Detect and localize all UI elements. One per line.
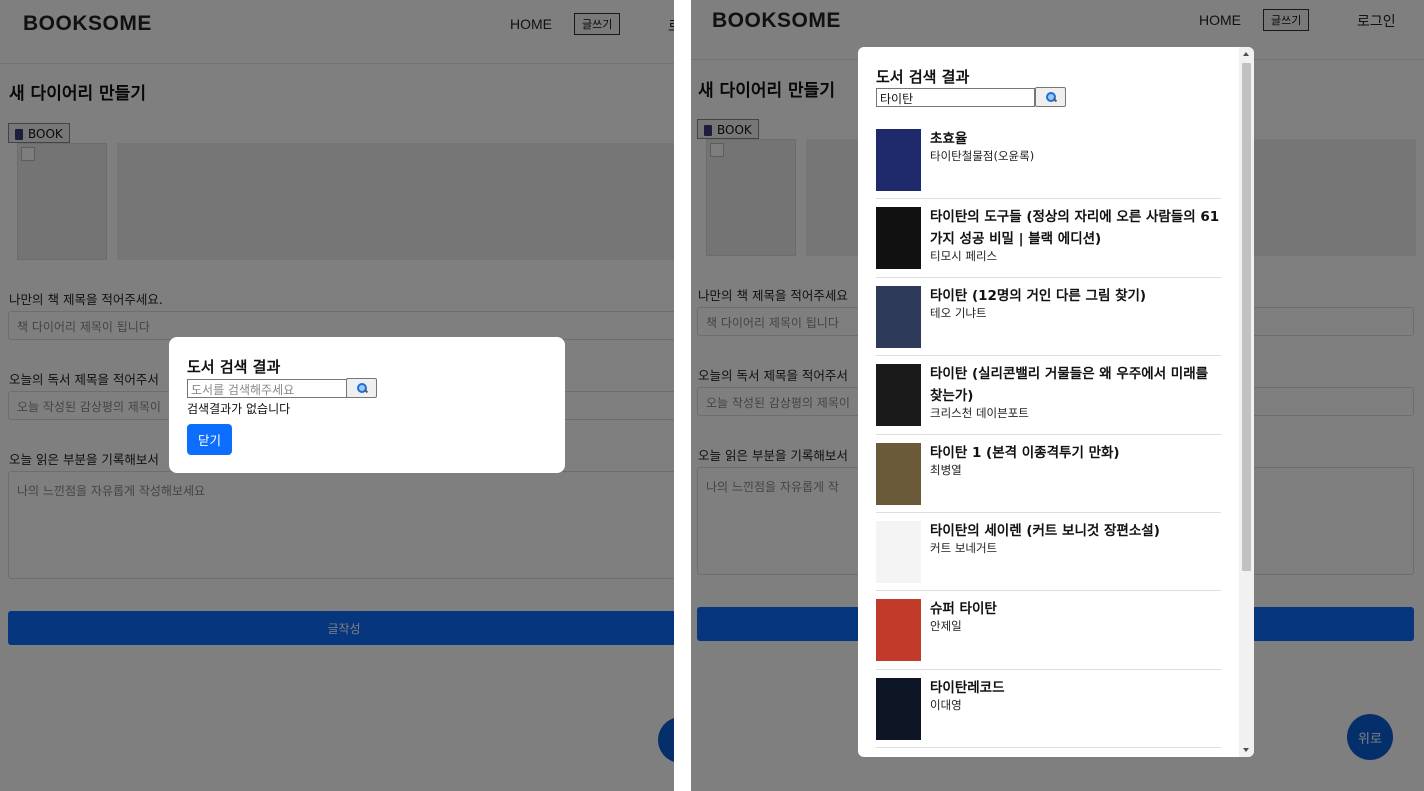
search-result-item[interactable]: 타이탄의 세이렌 (커트 보니것 장편소설) 커트 보네거트 bbox=[876, 513, 1221, 592]
book-cover-image[interactable] bbox=[876, 364, 921, 427]
book-author: 타이탄철물점(오윤록) bbox=[930, 149, 1035, 163]
screen-divider bbox=[674, 0, 691, 791]
book-cover-image[interactable] bbox=[876, 207, 921, 270]
close-button[interactable]: 닫기 bbox=[187, 424, 232, 455]
search-button[interactable] bbox=[1035, 87, 1066, 107]
book-author: 크리스천 데이븐포트 bbox=[930, 406, 1029, 421]
book-search-input[interactable]: 도서를 검색해주세요 bbox=[187, 379, 347, 398]
search-result-item[interactable]: 타이탄 1 (본격 이종격투기 만화) 최병열 bbox=[876, 435, 1221, 513]
book-title[interactable]: 타이탄레코드 bbox=[930, 677, 1221, 699]
book-author: 테오 기냐트 bbox=[930, 305, 987, 320]
search-result-modal: 도서 검색 결과 타이탄 초효율 타이탄철물점(오윤록) 타이탄의 도구들 (정상의… bbox=[858, 47, 1254, 757]
right-screen: BOOKSOME HOME 글쓰기 로그인 새 다이어리 만들기 BOOK 나만… bbox=[691, 0, 1424, 791]
book-cover-image[interactable] bbox=[876, 285, 921, 348]
book-author: 커트 보네거트 bbox=[930, 540, 998, 555]
search-result-item[interactable]: 타이탄의 도구들 (정상의 자리에 오른 사람들의 61가지 성공 비밀 | 블… bbox=[876, 199, 1221, 278]
scroll-down-arrow-icon[interactable] bbox=[1243, 748, 1249, 752]
book-cover-image[interactable] bbox=[876, 129, 921, 191]
scrollbar-thumb[interactable] bbox=[1242, 63, 1251, 571]
search-result-modal-empty: 도서 검색 결과 도서를 검색해주세요 검색결과가 없습니다 닫기 bbox=[169, 337, 565, 473]
search-button[interactable] bbox=[346, 378, 377, 398]
no-result-text: 검색결과가 없습니다 bbox=[187, 402, 291, 416]
book-author: 이대영 bbox=[930, 697, 962, 712]
book-cover-image[interactable] bbox=[876, 520, 921, 583]
search-result-item[interactable]: 타이탄 (12명의 거인 다른 그림 찾기) 테오 기냐트 bbox=[876, 278, 1221, 357]
book-search-input[interactable]: 타이탄 bbox=[876, 88, 1035, 107]
book-cover-image[interactable] bbox=[876, 677, 921, 740]
left-screen: BOOKSOME HOME 글쓰기 로 새 다이어리 만들기 BOOK 나만의 … bbox=[0, 0, 674, 791]
book-title[interactable]: 타이탄 (12명의 거인 다른 그림 찾기) bbox=[930, 285, 1221, 307]
search-result-item[interactable]: 타이탄 (실리콘밸리 거물들은 왜 우주에서 미래를 찾는가) 크리스천 데이븐포… bbox=[876, 356, 1221, 435]
scroll-up-arrow-icon[interactable] bbox=[1243, 52, 1249, 56]
search-icon bbox=[1045, 92, 1056, 102]
book-title[interactable]: 타이탄 (실리콘밸리 거물들은 왜 우주에서 미래를 찾는가) bbox=[930, 363, 1221, 407]
book-cover-image[interactable] bbox=[876, 599, 921, 662]
search-icon bbox=[356, 383, 367, 393]
search-result-list: 초효율 타이탄철물점(오윤록) 타이탄의 도구들 (정상의 자리에 오른 사람들의 … bbox=[876, 121, 1221, 749]
modal-title: 도서 검색 결과 bbox=[876, 68, 970, 86]
search-result-item[interactable]: 초효율 타이탄철물점(오윤록) bbox=[876, 121, 1221, 200]
search-result-item[interactable]: 타이탄레코드 이대영 bbox=[876, 670, 1221, 749]
book-title[interactable]: 초효율 bbox=[930, 128, 1221, 150]
book-title[interactable]: 슈퍼 타이탄 bbox=[930, 598, 1221, 620]
book-title[interactable]: 타이탄의 세이렌 (커트 보니것 장편소설) bbox=[930, 520, 1221, 542]
book-cover-image[interactable] bbox=[876, 442, 921, 505]
modal-scrollbar[interactable] bbox=[1239, 47, 1254, 757]
modal-title: 도서 검색 결과 bbox=[187, 358, 281, 376]
book-author: 안제일 bbox=[930, 619, 962, 634]
book-author: 티모시 페리스 bbox=[930, 249, 998, 264]
search-result-item[interactable]: 슈퍼 타이탄 안제일 bbox=[876, 591, 1221, 670]
book-title[interactable]: 타이탄 1 (본격 이종격투기 만화) bbox=[930, 442, 1221, 464]
book-author: 최병열 bbox=[930, 462, 962, 477]
book-title[interactable]: 타이탄의 도구들 (정상의 자리에 오른 사람들의 61가지 성공 비밀 | 블… bbox=[930, 206, 1221, 250]
